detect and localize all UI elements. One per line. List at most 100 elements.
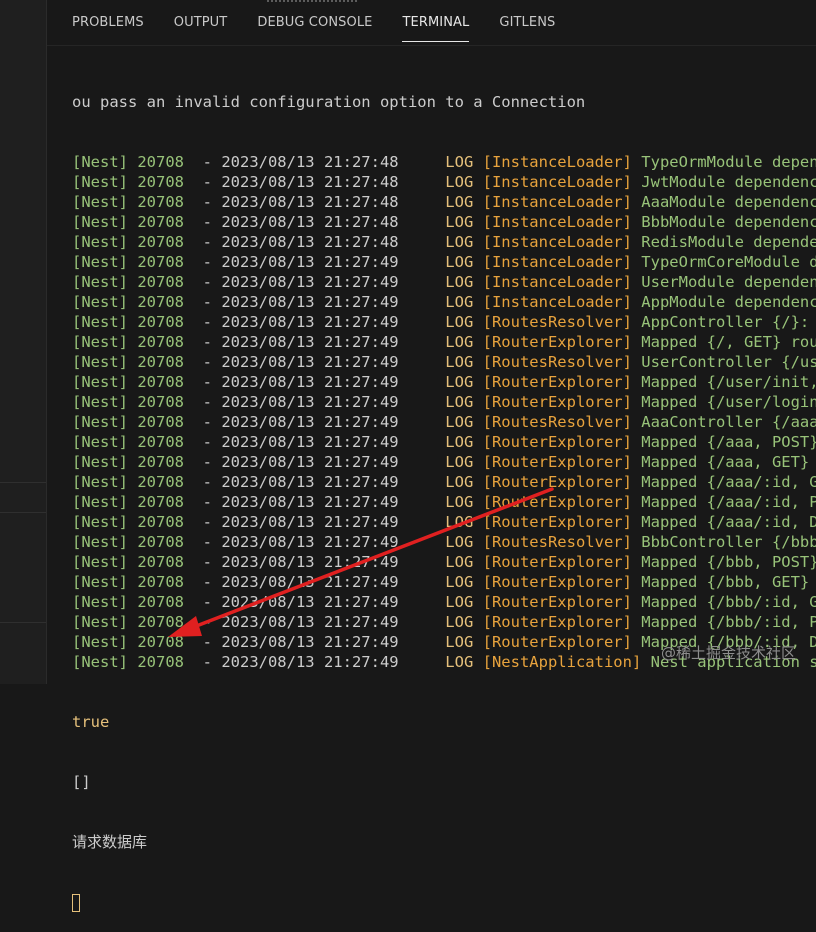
- divider: [0, 512, 46, 513]
- log-level: LOG: [445, 193, 474, 211]
- tab-terminal[interactable]: TERMINAL: [402, 0, 470, 46]
- log-row: [Nest] 20708 - 2023/08/13 21:27:49 LOG […: [72, 492, 816, 512]
- log-time: - 2023/08/13 21:27:49: [202, 253, 399, 271]
- log-level: LOG: [445, 513, 474, 531]
- log-message: Mapped {/bbb/:id, GET}: [641, 593, 816, 611]
- log-row: [Nest] 20708 - 2023/08/13 21:27:49 LOG […: [72, 472, 816, 492]
- log-time: - 2023/08/13 21:27:49: [202, 393, 399, 411]
- log-row: [Nest] 20708 - 2023/08/13 21:27:49 LOG […: [72, 412, 816, 432]
- log-row: [Nest] 20708 - 2023/08/13 21:27:49 LOG […: [72, 592, 816, 612]
- log-context: [RoutesResolver]: [482, 353, 632, 371]
- log-context: [RouterExplorer]: [482, 393, 632, 411]
- terminal-output[interactable]: ou pass an invalid configuration option …: [72, 52, 816, 932]
- tab-output[interactable]: OUTPUT: [174, 0, 228, 46]
- log-level: LOG: [445, 613, 474, 631]
- tab-gitlens[interactable]: GITLENS: [499, 0, 555, 46]
- log-time: - 2023/08/13 21:27:49: [202, 333, 399, 351]
- log-pid: [Nest] 20708: [72, 533, 184, 551]
- log-time: - 2023/08/13 21:27:49: [202, 533, 399, 551]
- tab-problems[interactable]: PROBLEMS: [72, 0, 144, 46]
- log-message: TypeOrmCoreModule depe: [641, 253, 816, 271]
- log-context: [RoutesResolver]: [482, 533, 632, 551]
- log-message: Mapped {/user/init, GE: [641, 373, 816, 391]
- log-row: [Nest] 20708 - 2023/08/13 21:27:49 LOG […: [72, 452, 816, 472]
- log-level: LOG: [445, 553, 474, 571]
- log-level: LOG: [445, 293, 474, 311]
- log-pid: [Nest] 20708: [72, 573, 184, 591]
- log-pid: [Nest] 20708: [72, 613, 184, 631]
- log-row: [Nest] 20708 - 2023/08/13 21:27:49 LOG […: [72, 552, 816, 572]
- log-pid: [Nest] 20708: [72, 373, 184, 391]
- log-time: - 2023/08/13 21:27:49: [202, 513, 399, 531]
- log-message: UserController {/user}: [641, 353, 816, 371]
- log-row: [Nest] 20708 - 2023/08/13 21:27:49 LOG […: [72, 292, 816, 312]
- log-context: [InstanceLoader]: [482, 273, 632, 291]
- log-level: LOG: [445, 393, 474, 411]
- log-pid: [Nest] 20708: [72, 233, 184, 251]
- log-context: [RouterExplorer]: [482, 333, 632, 351]
- log-pid: [Nest] 20708: [72, 493, 184, 511]
- log-row: [Nest] 20708 - 2023/08/13 21:27:48 LOG […: [72, 212, 816, 232]
- log-row: [Nest] 20708 - 2023/08/13 21:27:49 LOG […: [72, 532, 816, 552]
- log-row: [Nest] 20708 - 2023/08/13 21:27:48 LOG […: [72, 172, 816, 192]
- log-time: - 2023/08/13 21:27:49: [202, 593, 399, 611]
- log-pid: [Nest] 20708: [72, 293, 184, 311]
- log-message: Mapped {/aaa, GET} rou: [641, 453, 810, 471]
- log-context: [InstanceLoader]: [482, 233, 632, 251]
- log-time: - 2023/08/13 21:27:49: [202, 553, 399, 571]
- log-pid: [Nest] 20708: [72, 593, 184, 611]
- log-message: AppController {/}: +65: [641, 313, 810, 331]
- tab-debug-console[interactable]: DEBUG CONSOLE: [257, 0, 372, 46]
- log-level: LOG: [445, 453, 474, 471]
- divider: [0, 622, 46, 623]
- log-row: [Nest] 20708 - 2023/08/13 21:27:49 LOG […: [72, 612, 816, 632]
- log-context: [InstanceLoader]: [482, 193, 632, 211]
- log-pid: [Nest] 20708: [72, 173, 184, 191]
- log-context: [RoutesResolver]: [482, 313, 632, 331]
- log-level: LOG: [445, 233, 474, 251]
- log-context: [RouterExplorer]: [482, 593, 632, 611]
- log-pid: [Nest] 20708: [72, 453, 184, 471]
- log-time: - 2023/08/13 21:27:49: [202, 373, 399, 391]
- log-pid: [Nest] 20708: [72, 413, 184, 431]
- log-context: [RouterExplorer]: [482, 453, 632, 471]
- log-level: LOG: [445, 573, 474, 591]
